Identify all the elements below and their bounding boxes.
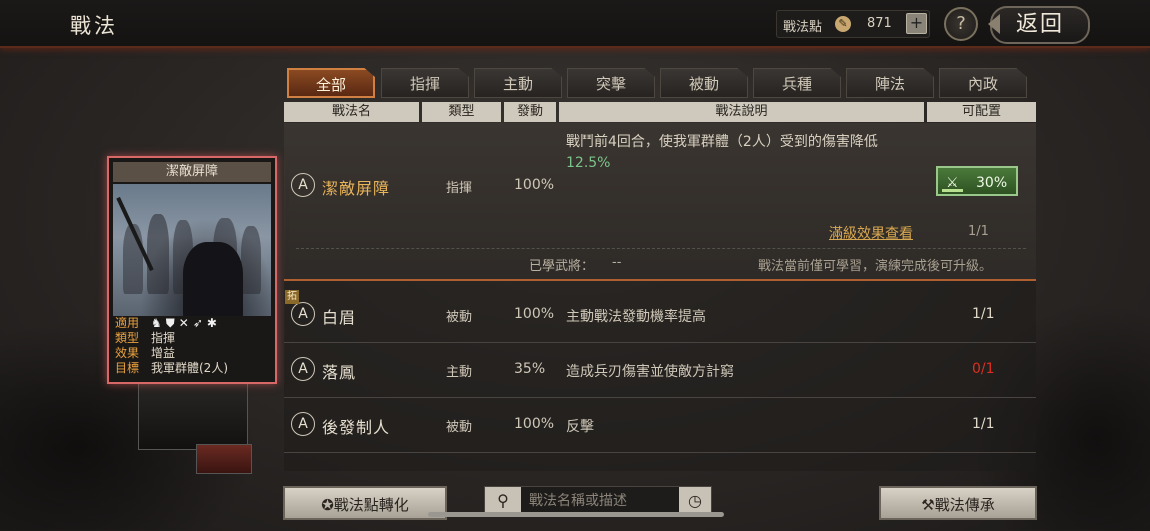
grade-badge: A <box>291 357 315 381</box>
tactic-type: 指揮 <box>446 181 473 196</box>
clock-icon[interactable]: ◷ <box>679 487 711 515</box>
column-header-rate: 發動 <box>504 102 556 122</box>
effect-value: 增益 <box>151 346 176 360</box>
card-back-2 <box>196 444 252 474</box>
coin-icon: ✎ <box>835 16 851 32</box>
page-title: 戰法 <box>70 14 118 38</box>
search-input[interactable] <box>525 487 673 515</box>
back-button[interactable]: 返回 <box>988 6 1090 44</box>
tab-passive[interactable]: 被動 <box>660 68 748 98</box>
target-value: 我軍群體(2人) <box>151 361 228 375</box>
tactic-description: 戰鬥前4回合，使我軍群體（2人）受到的傷害降低 <box>566 134 878 150</box>
grade-badge: A <box>291 302 315 326</box>
tab-active[interactable]: 主動 <box>474 68 562 98</box>
expand-tag: 拓 <box>285 290 299 304</box>
inherit-tactic-button[interactable]: ⚒戰法傳承 <box>879 486 1037 520</box>
tactic-name: 潔敵屏障 <box>322 179 391 198</box>
convert-label: 戰法點轉化 <box>333 496 409 514</box>
tactic-rate: 35% <box>514 361 546 377</box>
learned-generals-label: 已學武將： <box>529 259 595 274</box>
tab-assault[interactable]: 突擊 <box>567 68 655 98</box>
card-title: 潔敵屏障 <box>113 162 271 182</box>
back-arrow-icon <box>988 14 1000 34</box>
search-icon[interactable]: ⚲ <box>485 487 521 515</box>
gauge-value: 30% <box>976 175 1008 191</box>
column-header-type: 類型 <box>422 102 501 122</box>
tactic-name: 落鳳 <box>322 363 357 382</box>
top-bar: 戰法 戰法點 ✎ 871 + ? 返回 <box>0 0 1150 48</box>
apply-label: 適用 <box>115 316 140 330</box>
allocation-gauge-button[interactable]: ⚔ 30% <box>936 166 1018 196</box>
effect-label: 效果 <box>115 346 140 360</box>
troop-type-icons: ♞⛊✕➶✱ <box>151 316 221 330</box>
column-header-description: 戰法說明 <box>559 102 924 122</box>
back-label: 返回 <box>1015 12 1064 37</box>
card-back <box>138 378 248 450</box>
type-label: 類型 <box>115 331 140 345</box>
points-label: 戰法點 <box>783 20 823 35</box>
column-header-allocation: 可配置 <box>927 102 1036 122</box>
divider <box>296 248 1026 249</box>
tactic-rate: 100% <box>514 416 555 432</box>
tactic-name: 後發制人 <box>322 418 391 437</box>
tab-troop[interactable]: 兵種 <box>753 68 841 98</box>
convert-points-button[interactable]: ✪戰法點轉化 <box>283 486 447 520</box>
tactic-level: 1/1 <box>968 224 989 239</box>
card-info: 適用 ♞⛊✕➶✱ 類型 指揮 效果 增益 目標 我軍群體(2人) <box>115 316 228 376</box>
tactics-list[interactable]: A 潔敵屏障 指揮 100% 戰鬥前4回合，使我軍群體（2人）受到的傷害降低 1… <box>284 123 1036 471</box>
home-indicator[interactable] <box>428 512 724 517</box>
compass-icon: ✪ <box>321 496 334 514</box>
tab-all[interactable]: 全部 <box>287 68 375 98</box>
tactic-type: 被動 <box>446 420 473 435</box>
tactic-allocation: 1/1 <box>972 306 995 322</box>
grade-badge: A <box>291 173 315 197</box>
tactic-note: 戰法當前僅可學習，演練完成後可升級。 <box>758 259 993 274</box>
tactic-rate: 100% <box>514 306 555 322</box>
tactic-description: 反擊 <box>566 419 594 435</box>
target-label: 目標 <box>115 361 140 375</box>
tactic-rate: 100% <box>514 177 555 193</box>
tab-internal[interactable]: 內政 <box>939 68 1027 98</box>
soldier-icon: ⚔ <box>946 175 959 191</box>
tab-command[interactable]: 指揮 <box>381 68 469 98</box>
table-row[interactable]: A 後發制人 被動 100% 反擊 1/1 <box>284 398 1036 453</box>
help-button[interactable]: ? <box>944 7 978 41</box>
tactic-type: 被動 <box>446 310 473 325</box>
grade-badge: A <box>291 412 315 436</box>
card-artwork <box>113 184 271 316</box>
tactic-value: 12.5% <box>566 155 611 171</box>
learned-generals-value: -- <box>612 255 622 270</box>
tactic-allocation: 0/1 <box>972 361 995 377</box>
type-value: 指揮 <box>151 331 176 345</box>
hammer-icon: ⚒ <box>921 496 935 514</box>
tactic-type: 主動 <box>446 365 473 380</box>
column-header-name: 戰法名 <box>284 102 419 122</box>
gauge-bar <box>942 189 963 192</box>
points-value: 871 <box>867 16 892 31</box>
tactic-allocation: 1/1 <box>972 416 995 432</box>
inherit-label: 戰法傳承 <box>934 496 995 514</box>
max-level-effect-link[interactable]: 滿級效果查看 <box>829 223 913 243</box>
table-row[interactable]: A 落鳳 主動 35% 造成兵刃傷害並使敵方計窮 0/1 <box>284 343 1036 398</box>
table-row[interactable]: A 白眉 被動 100% 主動戰法發動機率提高 1/1 <box>284 288 1036 343</box>
tab-formation[interactable]: 陣法 <box>846 68 934 98</box>
tactic-name: 白眉 <box>322 308 357 327</box>
category-tabs: 全部 指揮 主動 突擊 被動 兵種 陣法 內政 <box>287 68 1037 98</box>
tactic-card: 潔敵屏障 適用 ♞⛊✕➶✱ 類型 指揮 效果 增益 目標 我軍群體(2人) <box>107 156 277 384</box>
tactic-description: 造成兵刃傷害並使敵方計窮 <box>566 364 734 380</box>
table-row-selected[interactable]: A 潔敵屏障 指揮 100% 戰鬥前4回合，使我軍群體（2人）受到的傷害降低 1… <box>284 123 1036 281</box>
tactic-description: 主動戰法發動機率提高 <box>566 309 706 325</box>
add-points-button[interactable]: + <box>906 13 927 34</box>
